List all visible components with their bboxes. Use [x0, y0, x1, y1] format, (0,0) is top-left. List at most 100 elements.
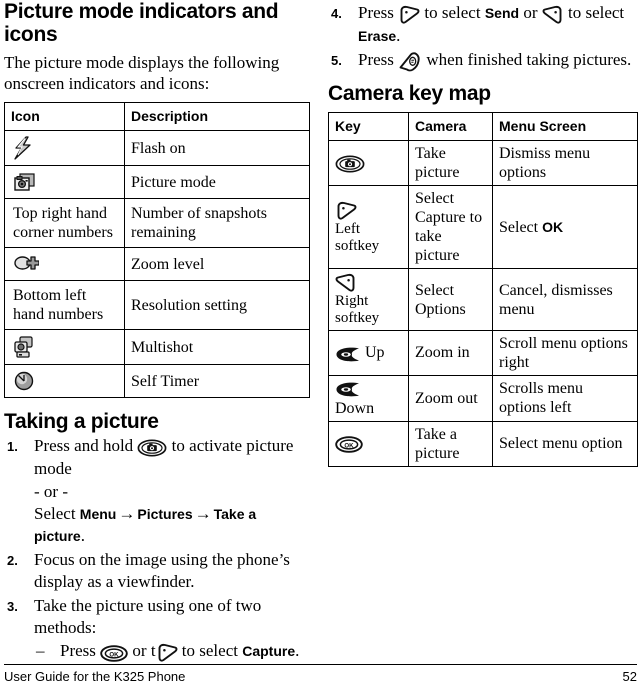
- camera-action-cell: Zoom in: [408, 329, 493, 376]
- multishot-icon: [13, 335, 35, 359]
- key-cell: [328, 140, 409, 187]
- step-or-separator: - or -: [34, 482, 68, 502]
- table-row: Up Zoom in Scroll menu options right: [328, 329, 638, 376]
- camera-key-map-heading: Camera key map: [328, 82, 491, 106]
- step-text: Focus on the image using the phone’s dis…: [34, 550, 290, 592]
- step-text: or: [519, 3, 542, 22]
- menu-action-text: Scroll menu options right: [499, 334, 628, 371]
- ui-term: Pictures: [137, 506, 193, 523]
- left-softkey-icon: [156, 641, 178, 663]
- nav-key-icon: [335, 344, 361, 363]
- step-text: .: [396, 26, 401, 46]
- ok-key-icon: OK: [335, 435, 363, 454]
- svg-text:OK: OK: [344, 443, 354, 450]
- table-row: Picture mode: [4, 165, 310, 199]
- taking-a-picture-heading: Taking a picture: [4, 410, 159, 433]
- left-softkey-icon: [335, 200, 357, 220]
- description-cell: Self Timer: [124, 364, 310, 398]
- ui-term: OK: [542, 218, 564, 235]
- self-timer-icon: [13, 370, 35, 392]
- column-header-camera: Camera: [408, 112, 493, 142]
- icon-cell: Top right hand corner numbers: [4, 198, 125, 248]
- menu-screen-action-cell: Dismiss menu options: [492, 140, 638, 187]
- step-text: .: [295, 641, 300, 661]
- table-row: Left softkey Select Capture to take pictu…: [328, 185, 638, 270]
- column-header-menu-screen: Menu Screen: [492, 112, 638, 142]
- key-cell: Down: [328, 374, 409, 422]
- step-text: Take the picture using one of two method…: [34, 596, 262, 638]
- table-header-row: Key Camera Menu Screen: [328, 112, 638, 142]
- step-number: 2.: [7, 553, 18, 569]
- icon-cell: [4, 364, 125, 398]
- arrow-separator: →: [118, 504, 136, 524]
- icon-cell-text: Top right hand corner numbers: [13, 205, 113, 241]
- key-cell: Right softkey: [328, 268, 409, 331]
- step-text: Press: [358, 3, 399, 22]
- menu-action-text: Scrolls menu options left: [499, 380, 583, 417]
- table-row: OK Take a picture Select menu option: [328, 420, 638, 467]
- nav-key-icon: [335, 380, 361, 399]
- step-alternate-body: Select Menu → Pictures → Take a picture.: [34, 503, 310, 547]
- table-row: Right softkey Select Options Cancel, dismi…: [328, 268, 638, 331]
- camera-action-cell: Select Options: [408, 268, 493, 331]
- key-label: Up: [361, 343, 385, 361]
- menu-action-text: Cancel, dismisses menu: [499, 281, 613, 318]
- zoom-level-icon: [13, 253, 39, 275]
- description-cell: Multishot: [124, 329, 310, 365]
- table-row: Take picture Dismiss menu options: [328, 140, 638, 187]
- page-footer: User Guide for the K325 Phone 52: [4, 664, 637, 684]
- key-label: Left softkey: [335, 220, 380, 254]
- table-row: Zoom level: [4, 247, 310, 281]
- step-text: to select: [563, 3, 625, 22]
- icon-cell: [4, 165, 125, 199]
- picture-mode-icon: [13, 171, 37, 193]
- step-number: 3.: [7, 599, 18, 615]
- camera-action-cell: Select Capture to take picture: [408, 185, 493, 270]
- document-page: Picture mode indicators and icons The pi…: [0, 0, 641, 690]
- description-cell: Resolution setting: [124, 280, 310, 330]
- table-row: Flash on: [4, 130, 310, 166]
- menu-screen-action-cell: Cancel, dismisses menu: [492, 268, 638, 331]
- menu-screen-action-cell: Select OK: [492, 185, 638, 270]
- camera-key-icon: [335, 154, 365, 173]
- sub-step-dash: –: [36, 641, 45, 661]
- footer-page-number: 52: [622, 669, 637, 684]
- table-row: Bottom left hand numbers Resolution setti…: [4, 280, 310, 330]
- icon-cell: [4, 329, 125, 365]
- ui-term: Capture: [242, 643, 296, 660]
- end-call-key-icon: [398, 50, 422, 72]
- step-text: .: [80, 526, 85, 546]
- table-row: Top right hand corner numbers Number of s…: [4, 198, 310, 248]
- arrow-separator: →: [194, 504, 212, 524]
- key-label: Right softkey: [335, 292, 380, 326]
- step-text: when finished taking pictures.: [422, 50, 632, 70]
- menu-action-text: Dismiss menu options: [499, 145, 591, 182]
- description-cell: Flash on: [124, 130, 310, 166]
- step-text: Press: [60, 641, 101, 661]
- description-cell: Number of snapshots remaining: [124, 198, 310, 248]
- column-header-key: Key: [328, 112, 409, 142]
- step-item: 2. Focus on the image using the phone’s d…: [4, 549, 310, 593]
- description-cell: Picture mode: [124, 165, 310, 199]
- key-label: Down: [335, 399, 375, 417]
- step-body: Press when finished taking pictures.: [358, 50, 632, 72]
- key-cell: OK: [328, 420, 409, 467]
- camera-key-map-table: Key Camera Menu Screen Take picture Dismi…: [328, 112, 638, 467]
- right-softkey-icon: [335, 272, 357, 292]
- menu-action-text: Select: [499, 218, 543, 236]
- svg-text:OK: OK: [110, 651, 120, 658]
- icon-cell: [4, 247, 125, 281]
- table-row: Multishot: [4, 329, 310, 365]
- ui-term: Send: [484, 5, 520, 21]
- step-text: Press: [358, 50, 399, 70]
- right-softkey-icon: [542, 3, 564, 25]
- camera-action-cell: Take a picture: [408, 420, 493, 467]
- left-column: Picture mode indicators and icons The pi…: [4, 0, 310, 663]
- icon-cell: [4, 130, 125, 166]
- key-cell: Up: [328, 329, 409, 376]
- icon-cell: Bottom left hand numbers: [4, 280, 125, 330]
- step-number: 4.: [331, 6, 342, 21]
- step-item: 5. Press when finished taking pictures.: [328, 49, 638, 72]
- icon-description-table: Icon Description Flash on Picture mode Top…: [4, 102, 310, 398]
- taking-a-picture-steps-continued: 4. Press to select Send or to select Eras…: [328, 2, 638, 72]
